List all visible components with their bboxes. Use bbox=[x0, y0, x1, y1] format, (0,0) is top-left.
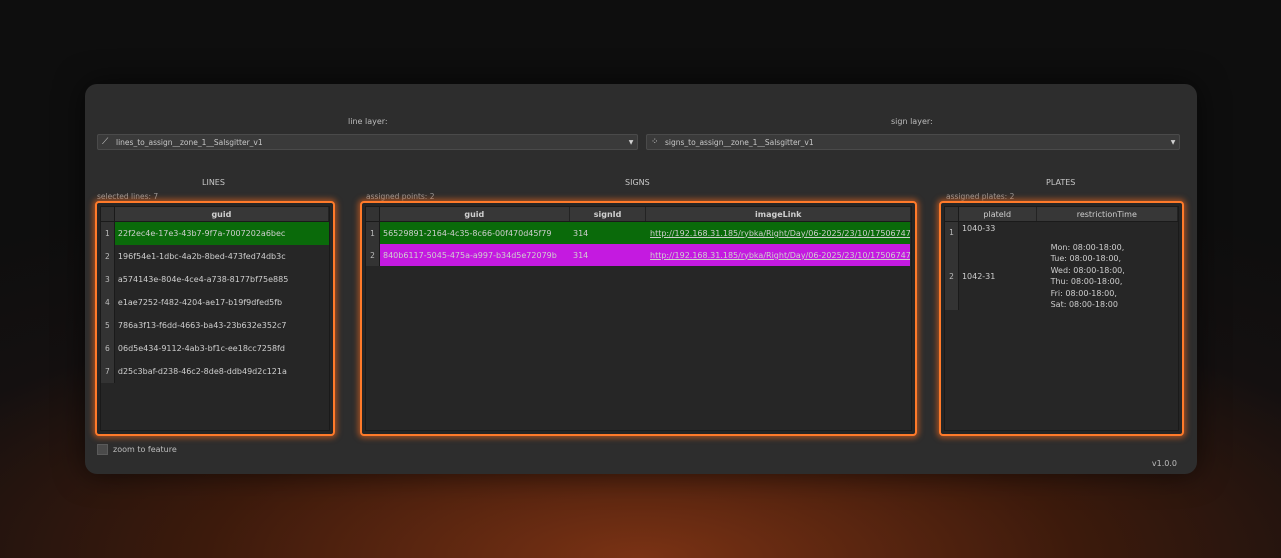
main-window: line layer: ⟋ lines_to_assign__zone_1__S… bbox=[85, 84, 1197, 474]
table-row[interactable]: 6 06d5e434-9112-4ab3-bf1c-ee18cc7258fd bbox=[101, 337, 329, 360]
cell-signid[interactable]: 314 bbox=[570, 222, 647, 244]
lines-count: selected lines: 7 bbox=[97, 192, 159, 201]
cell-imagelink[interactable]: http://192.168.31.185/rybka/Right/Day/06… bbox=[647, 222, 910, 244]
cell-guid[interactable]: 840b6117-5045-475a-a997-b34d5e72079b bbox=[380, 244, 570, 266]
column-header-imagelink[interactable]: imageLink bbox=[646, 207, 911, 221]
cell-signid[interactable]: 314 bbox=[570, 244, 647, 266]
signs-panel: guid signId imageLink 1 56529891-2164-4c… bbox=[360, 201, 917, 436]
signs-count: assigned points: 2 bbox=[366, 192, 435, 201]
zoom-to-feature-checkbox[interactable] bbox=[97, 444, 108, 455]
row-number[interactable]: 3 bbox=[101, 268, 115, 291]
cell-guid[interactable]: a574143e-804e-4ce4-a738-8177bf75e885 bbox=[115, 268, 329, 291]
signs-table[interactable]: guid signId imageLink 1 56529891-2164-4c… bbox=[365, 206, 912, 431]
cell-guid[interactable]: d25c3baf-d238-46c2-8de8-ddb49d2c121a bbox=[115, 360, 329, 383]
cell-guid[interactable]: e1ae7252-f482-4204-ae17-b19f9dfed5fb bbox=[115, 291, 329, 314]
table-row[interactable]: 2 196f54e1-1dbc-4a2b-8bed-473fed74db3c bbox=[101, 245, 329, 268]
sign-layer-value: signs_to_assign__zone_1__Salsgitter_v1 bbox=[665, 137, 814, 147]
restriction-line: Fri: 08:00-18:00, bbox=[1050, 288, 1117, 298]
lines-table[interactable]: guid 1 22f2ec4e-17e3-43b7-9f7a-7007202a6… bbox=[100, 206, 330, 431]
table-corner[interactable] bbox=[945, 207, 959, 221]
row-number[interactable]: 5 bbox=[101, 314, 115, 337]
plates-table-header: plateId restrictionTime bbox=[945, 207, 1178, 222]
column-header-guid[interactable]: guid bbox=[115, 207, 329, 221]
cell-guid[interactable]: 22f2ec4e-17e3-43b7-9f7a-7007202a6bec bbox=[114, 222, 329, 245]
cell-guid[interactable]: 196f54e1-1dbc-4a2b-8bed-473fed74db3c bbox=[115, 245, 329, 268]
chevron-down-icon[interactable]: ▼ bbox=[1167, 139, 1179, 146]
version-label: v1.0.0 bbox=[1151, 459, 1177, 468]
cell-imagelink[interactable]: http://192.168.31.185/rybka/Right/Day/06… bbox=[647, 244, 910, 266]
restriction-line: Wed: 08:00-18:00, bbox=[1050, 265, 1125, 275]
row-number[interactable]: 1 bbox=[366, 222, 380, 244]
restriction-line: Tue: 08:00-18:00, bbox=[1050, 254, 1122, 263]
table-row[interactable]: 1 1040-33 bbox=[945, 222, 1178, 242]
table-row[interactable]: 7 d25c3baf-d238-46c2-8de8-ddb49d2c121a bbox=[101, 360, 329, 383]
signs-table-header: guid signId imageLink bbox=[366, 207, 911, 222]
row-number[interactable]: 2 bbox=[101, 245, 115, 268]
table-row[interactable]: 3 a574143e-804e-4ce4-a738-8177bf75e885 bbox=[101, 268, 329, 291]
sign-layer-label: sign layer: bbox=[891, 117, 933, 126]
row-number[interactable]: 1 bbox=[945, 222, 959, 242]
cell-guid[interactable]: 786a3f13-f6dd-4663-ba43-23b632e352c7 bbox=[115, 314, 329, 337]
cell-restrictiontime[interactable] bbox=[1037, 222, 1178, 242]
restriction-line: Sat: 08:00-18:00 bbox=[1050, 300, 1118, 309]
row-number[interactable]: 7 bbox=[101, 360, 115, 383]
table-row[interactable]: 1 56529891-2164-4c35-8c66-00f470d45f79 3… bbox=[366, 222, 911, 244]
sign-layer-combo[interactable]: ⁘ signs_to_assign__zone_1__Salsgitter_v1… bbox=[646, 134, 1180, 150]
column-header-guid[interactable]: guid bbox=[380, 207, 570, 221]
cell-plateid[interactable]: 1042-31 bbox=[959, 242, 1037, 310]
line-layer-label: line layer: bbox=[348, 117, 388, 126]
cell-guid[interactable]: 56529891-2164-4c35-8c66-00f470d45f79 bbox=[380, 222, 570, 244]
cell-plateid[interactable]: 1040-33 bbox=[959, 222, 1037, 242]
lines-table-header: guid bbox=[101, 207, 329, 222]
column-header-signid[interactable]: signId bbox=[570, 207, 647, 221]
row-number[interactable]: 2 bbox=[366, 244, 380, 266]
plates-count: assigned plates: 2 bbox=[946, 192, 1015, 201]
column-header-plateid[interactable]: plateId bbox=[959, 207, 1037, 221]
table-corner[interactable] bbox=[366, 207, 380, 221]
lines-title: LINES bbox=[202, 178, 225, 187]
point-layer-icon: ⁘ bbox=[651, 137, 659, 147]
plates-panel: plateId restrictionTime 1 1040-33 2 1042… bbox=[939, 201, 1184, 436]
line-layer-combo[interactable]: ⟋ lines_to_assign__zone_1__Salsgitter_v1… bbox=[97, 134, 638, 150]
plates-title: PLATES bbox=[1046, 178, 1076, 187]
restriction-line: Mon: 08:00-18:00, bbox=[1050, 242, 1125, 252]
zoom-to-feature-option[interactable]: zoom to feature bbox=[97, 444, 177, 455]
table-corner[interactable] bbox=[101, 207, 115, 221]
table-row[interactable]: 2 840b6117-5045-475a-a997-b34d5e72079b 3… bbox=[366, 244, 911, 266]
plates-table[interactable]: plateId restrictionTime 1 1040-33 2 1042… bbox=[944, 206, 1179, 431]
column-header-restrictiontime[interactable]: restrictionTime bbox=[1037, 207, 1178, 221]
lines-panel: guid 1 22f2ec4e-17e3-43b7-9f7a-7007202a6… bbox=[95, 201, 335, 436]
line-layer-value: lines_to_assign__zone_1__Salsgitter_v1 bbox=[116, 137, 263, 147]
row-number[interactable]: 2 bbox=[945, 242, 959, 310]
row-number[interactable]: 1 bbox=[101, 222, 115, 245]
cell-guid[interactable]: 06d5e434-9112-4ab3-bf1c-ee18cc7258fd bbox=[115, 337, 329, 360]
row-number[interactable]: 4 bbox=[101, 291, 115, 314]
line-layer-icon: ⟋ bbox=[102, 137, 109, 147]
table-row[interactable]: 5 786a3f13-f6dd-4663-ba43-23b632e352c7 bbox=[101, 314, 329, 337]
restriction-line: Thu: 08:00-18:00, bbox=[1050, 277, 1123, 286]
table-row[interactable]: 4 e1ae7252-f482-4204-ae17-b19f9dfed5fb bbox=[101, 291, 329, 314]
zoom-to-feature-label: zoom to feature bbox=[113, 445, 177, 454]
table-row[interactable]: 2 1042-31 Mon: 08:00-18:00, Tue: 08:00-1… bbox=[945, 242, 1178, 310]
table-row[interactable]: 1 22f2ec4e-17e3-43b7-9f7a-7007202a6bec bbox=[101, 222, 329, 245]
chevron-down-icon[interactable]: ▼ bbox=[625, 139, 637, 146]
row-number[interactable]: 6 bbox=[101, 337, 115, 360]
cell-restrictiontime[interactable]: Mon: 08:00-18:00, Tue: 08:00-18:00, Wed:… bbox=[1037, 242, 1178, 310]
signs-title: SIGNS bbox=[625, 178, 650, 187]
